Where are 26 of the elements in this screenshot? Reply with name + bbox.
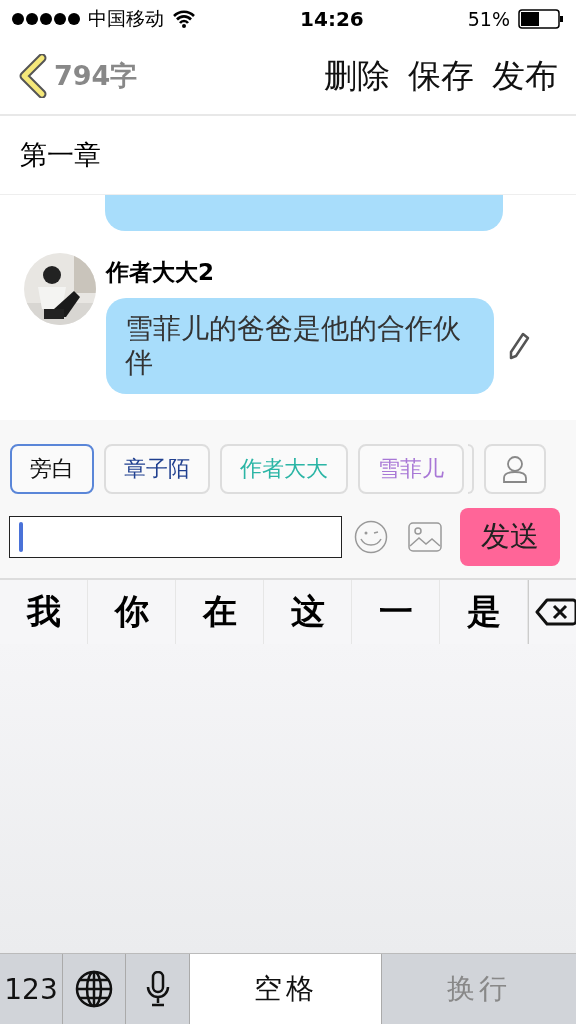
signal-icon bbox=[12, 13, 80, 25]
back-chevron-icon[interactable] bbox=[18, 54, 48, 98]
character-chip[interactable]: 旁白 bbox=[10, 444, 94, 494]
space-key[interactable]: 空格 bbox=[190, 954, 382, 1024]
battery-icon bbox=[518, 9, 564, 29]
delete-key[interactable] bbox=[528, 580, 576, 644]
image-icon[interactable] bbox=[408, 522, 442, 552]
backspace-icon bbox=[535, 598, 576, 626]
nav-action-button[interactable]: 保存 bbox=[390, 53, 474, 99]
send-button[interactable]: 发送 bbox=[460, 508, 560, 566]
globe-icon bbox=[75, 970, 113, 1008]
wifi-icon bbox=[172, 10, 196, 28]
pencil-icon[interactable] bbox=[508, 332, 530, 360]
author-name: 作者大大2 bbox=[106, 258, 215, 287]
message-input-field[interactable] bbox=[9, 516, 342, 558]
microphone-icon bbox=[145, 971, 170, 1007]
nav-action-button[interactable]: 删除 bbox=[306, 53, 390, 99]
carrier-name: 中国移动 bbox=[88, 6, 164, 31]
battery-percent: 51% bbox=[467, 8, 510, 30]
nav-action-button[interactable]: 发布 bbox=[474, 53, 558, 99]
word-count: 794字 bbox=[54, 59, 139, 93]
message-bubble: 雪菲儿的爸爸是他的合作伙伴 bbox=[106, 298, 494, 394]
person-icon[interactable] bbox=[484, 444, 546, 494]
clock-time: 14:26 bbox=[299, 7, 365, 31]
smiley-icon[interactable] bbox=[354, 520, 388, 554]
character-chip[interactable]: 章子陌 bbox=[104, 444, 210, 494]
